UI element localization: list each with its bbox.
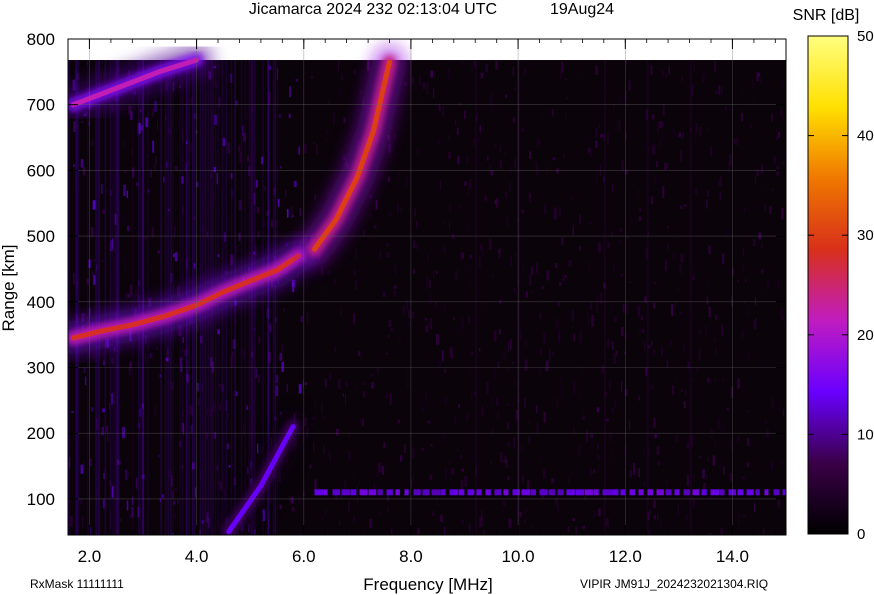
y-tick-label-4: 500 bbox=[27, 227, 55, 246]
band-segment bbox=[494, 489, 502, 496]
colorbar bbox=[807, 35, 849, 535]
band-segment bbox=[674, 489, 680, 496]
band-segment bbox=[395, 489, 400, 496]
band-segment bbox=[620, 489, 626, 496]
band-segment bbox=[782, 489, 786, 496]
interference-line bbox=[689, 60, 692, 535]
band-segment bbox=[359, 489, 368, 496]
y-tick-label-5: 600 bbox=[27, 161, 55, 180]
y-axis-label: Range [km] bbox=[0, 245, 18, 332]
band-segment bbox=[638, 489, 644, 496]
band-segment bbox=[422, 489, 430, 496]
band-segment bbox=[602, 489, 612, 496]
x-axis-label: Frequency [MHz] bbox=[363, 575, 492, 594]
band-segment bbox=[665, 489, 672, 496]
x-tick-label-3: 8.0 bbox=[399, 547, 423, 566]
x-tick-label-2: 6.0 bbox=[292, 547, 316, 566]
band-segment bbox=[557, 489, 564, 496]
band-segment bbox=[584, 489, 593, 496]
y-tick-label-1: 200 bbox=[27, 424, 55, 443]
band-segment bbox=[566, 489, 575, 496]
cb-tick-label-3: 30 bbox=[857, 227, 874, 244]
band-segment bbox=[458, 489, 465, 496]
cb-tick-label-4: 40 bbox=[857, 128, 874, 145]
cb-tick-label-2: 20 bbox=[857, 327, 874, 344]
band-segment bbox=[512, 489, 520, 496]
rxmask-label: RxMask 11111111 bbox=[30, 577, 124, 591]
file-label: VIPIR JM91J_2024232021304.RIQ bbox=[580, 577, 768, 591]
band-segment bbox=[530, 489, 537, 496]
interference-line bbox=[603, 60, 606, 535]
band-segment bbox=[440, 489, 446, 496]
x-tick-label-6: 14.0 bbox=[716, 547, 749, 566]
cb-tick-label-0: 0 bbox=[857, 526, 865, 543]
band-segment bbox=[323, 489, 328, 496]
band-segment bbox=[629, 489, 636, 496]
band-segment bbox=[548, 489, 556, 496]
band-segment bbox=[314, 489, 324, 496]
band-segment bbox=[485, 489, 491, 496]
band-segment bbox=[755, 489, 760, 496]
chart-date: 19Aug24 bbox=[550, 1, 614, 18]
band-segment bbox=[350, 489, 357, 496]
band-segment bbox=[467, 489, 475, 496]
band-segment bbox=[656, 489, 664, 496]
band-segment bbox=[341, 489, 351, 496]
band-segment bbox=[701, 489, 707, 496]
band-segment bbox=[737, 489, 744, 496]
cb-tick-label-5: 50 bbox=[857, 28, 874, 45]
y-tick-label-7: 800 bbox=[27, 30, 55, 49]
band-segment bbox=[593, 489, 599, 496]
band-segment bbox=[692, 489, 700, 496]
cb-tick-label-1: 10 bbox=[857, 426, 874, 443]
band-segment bbox=[476, 489, 482, 496]
interference-line bbox=[646, 60, 649, 535]
band-segment bbox=[710, 489, 719, 496]
x-tick-label-1: 4.0 bbox=[185, 547, 209, 566]
y-tick-label-2: 300 bbox=[27, 359, 55, 378]
x-tick-label-5: 12.0 bbox=[609, 547, 642, 566]
x-tick-label-4: 10.0 bbox=[502, 547, 535, 566]
band-segment bbox=[773, 489, 780, 496]
interference-line bbox=[475, 60, 478, 535]
band-segment bbox=[575, 489, 584, 496]
chart-title: Jicamarca 2024 232 02:13:04 UTC bbox=[249, 1, 497, 18]
ionogram-figure: Jicamarca 2024 232 02:13:04 UTC 19Aug24 … bbox=[0, 1, 874, 594]
band-segment bbox=[764, 489, 769, 496]
band-segment bbox=[413, 489, 421, 496]
band-segment bbox=[377, 489, 383, 496]
band-segment bbox=[404, 489, 409, 496]
x-tick-label-0: 2.0 bbox=[78, 547, 102, 566]
y-tick-label-0: 100 bbox=[27, 490, 55, 509]
y-tick-label-3: 400 bbox=[27, 293, 55, 312]
colorbar-label: SNR [dB] bbox=[793, 7, 860, 24]
band-segment bbox=[539, 489, 548, 496]
band-segment bbox=[503, 489, 509, 496]
band-segment bbox=[719, 489, 725, 496]
y-tick-label-6: 700 bbox=[27, 96, 55, 115]
band-segment bbox=[521, 489, 531, 496]
band-segment bbox=[449, 489, 458, 496]
band-segment bbox=[611, 489, 619, 496]
band-segment bbox=[431, 489, 441, 496]
band-segment bbox=[368, 489, 377, 496]
band-segment bbox=[683, 489, 691, 496]
band-segment bbox=[746, 489, 754, 496]
band-segment bbox=[332, 489, 341, 496]
band-segment bbox=[647, 489, 653, 496]
band-segment bbox=[386, 489, 393, 496]
